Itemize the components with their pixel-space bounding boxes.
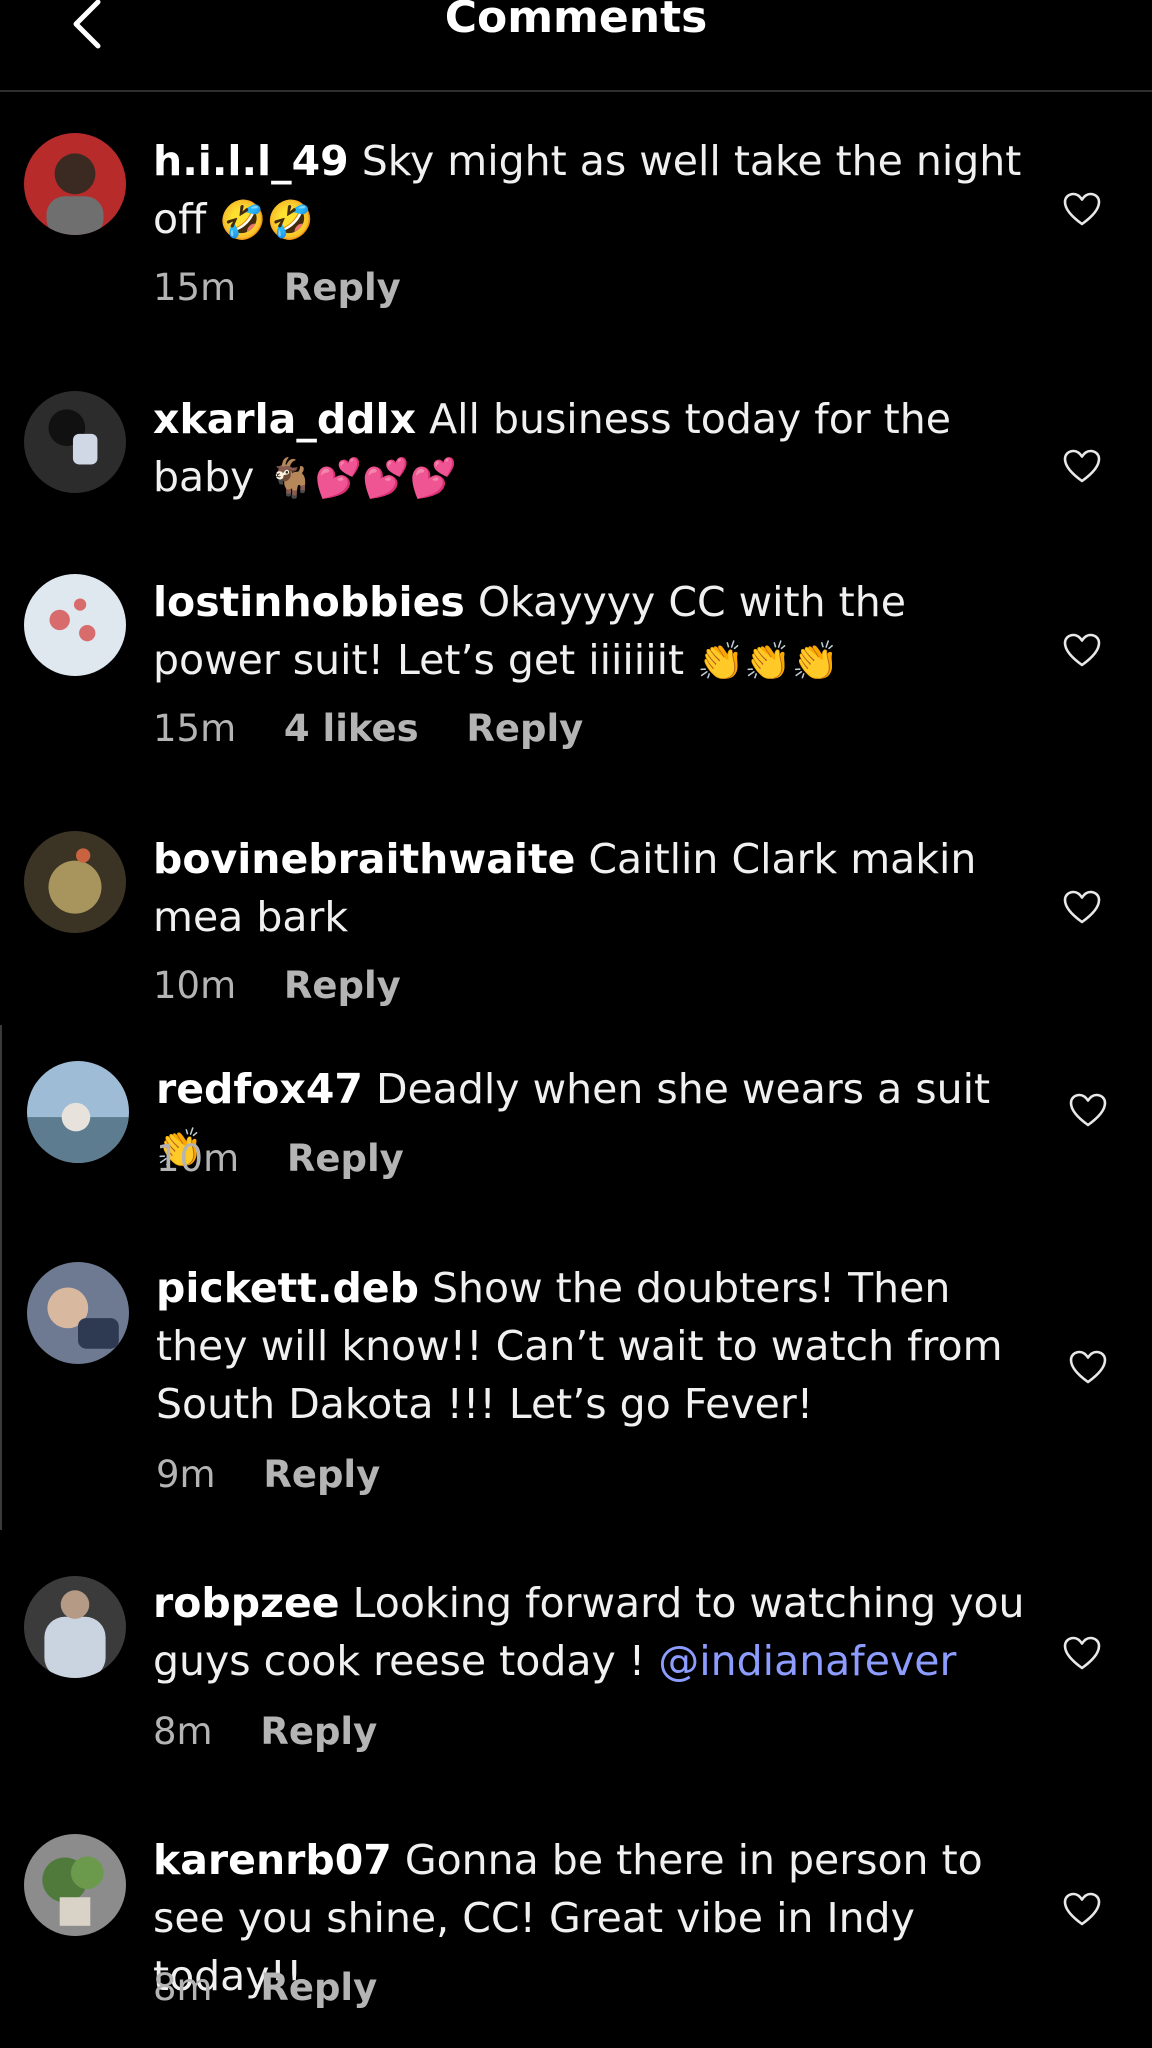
comment-meta: 8m Reply [153,1710,413,1753]
comment-meta: 8m Reply [153,1966,413,2009]
heart-icon[interactable] [1062,447,1102,487]
username[interactable]: karenrb07 [153,1836,392,1884]
avatar[interactable] [27,1061,129,1163]
likes-count[interactable]: 4 likes [284,707,419,750]
avatar[interactable] [27,1262,129,1364]
timestamp: 8m [153,1710,213,1753]
heart-icon[interactable] [1062,190,1102,230]
username[interactable]: redfox47 [156,1065,363,1113]
avatar[interactable] [24,1576,126,1678]
reply-button[interactable]: Reply [263,1453,380,1496]
heart-icon[interactable] [1062,1890,1102,1930]
avatar[interactable] [24,831,126,933]
reply-button[interactable]: Reply [284,266,401,309]
avatar[interactable] [24,133,126,235]
page-title: Comments [444,0,708,43]
comment-meta: 10m Reply [156,1137,440,1180]
comment-meta: 15m Reply [153,266,437,309]
heart-icon[interactable] [1062,1634,1102,1674]
comment-text: robpzee Looking forward to watching you … [153,1574,1033,1690]
top-bar: Comments [0,0,1152,92]
heart-icon[interactable] [1068,1091,1108,1131]
heart-icon[interactable] [1068,1348,1108,1388]
reply-button[interactable]: Reply [260,1966,377,2009]
timestamp: 9m [156,1453,216,1496]
emoji: 🐐💕💕💕 [267,456,457,500]
username[interactable]: pickett.deb [156,1264,419,1312]
mention-link[interactable]: @indianafever [658,1637,956,1685]
timestamp: 10m [156,1137,240,1180]
timestamp: 10m [153,964,237,1007]
comment-text: xkarla_ddlx All business today for the b… [153,390,1033,507]
timestamp: 15m [153,266,237,309]
reply-button[interactable]: Reply [284,964,401,1007]
comment-meta: 15m 4 likes Reply [153,707,619,750]
avatar[interactable] [24,574,126,676]
comment-text: h.i.l.l_49 Sky might as well take the ni… [153,132,1033,249]
heart-icon[interactable] [1062,888,1102,928]
timestamp: 8m [153,1966,213,2009]
username[interactable]: xkarla_ddlx [153,395,416,443]
comment-meta: 9m Reply [156,1453,416,1496]
emoji: 👏👏👏 [697,639,840,683]
heart-icon[interactable] [1062,631,1102,671]
reply-button[interactable]: Reply [260,1710,377,1753]
username[interactable]: h.i.l.l_49 [153,137,349,185]
reply-button[interactable]: Reply [287,1137,404,1180]
comment-text: bovinebraithwaite Caitlin Clark makin me… [153,830,1033,946]
comment-text: pickett.deb Show the doubters! Then they… [156,1259,1036,1433]
emoji: 🤣🤣 [219,198,315,242]
avatar[interactable] [24,1834,126,1936]
comment-meta: 10m Reply [153,964,437,1007]
username[interactable]: bovinebraithwaite [153,835,575,883]
avatar[interactable] [24,391,126,493]
username[interactable]: robpzee [153,1579,340,1627]
thread-line [0,1025,2,1530]
comment-text: lostinhobbies Okayyyy CC with the power … [153,573,1033,690]
username[interactable]: lostinhobbies [153,578,465,626]
reply-button[interactable]: Reply [466,707,583,750]
comment-message: Deadly when she wears a suit [375,1065,991,1113]
timestamp: 15m [153,707,237,750]
